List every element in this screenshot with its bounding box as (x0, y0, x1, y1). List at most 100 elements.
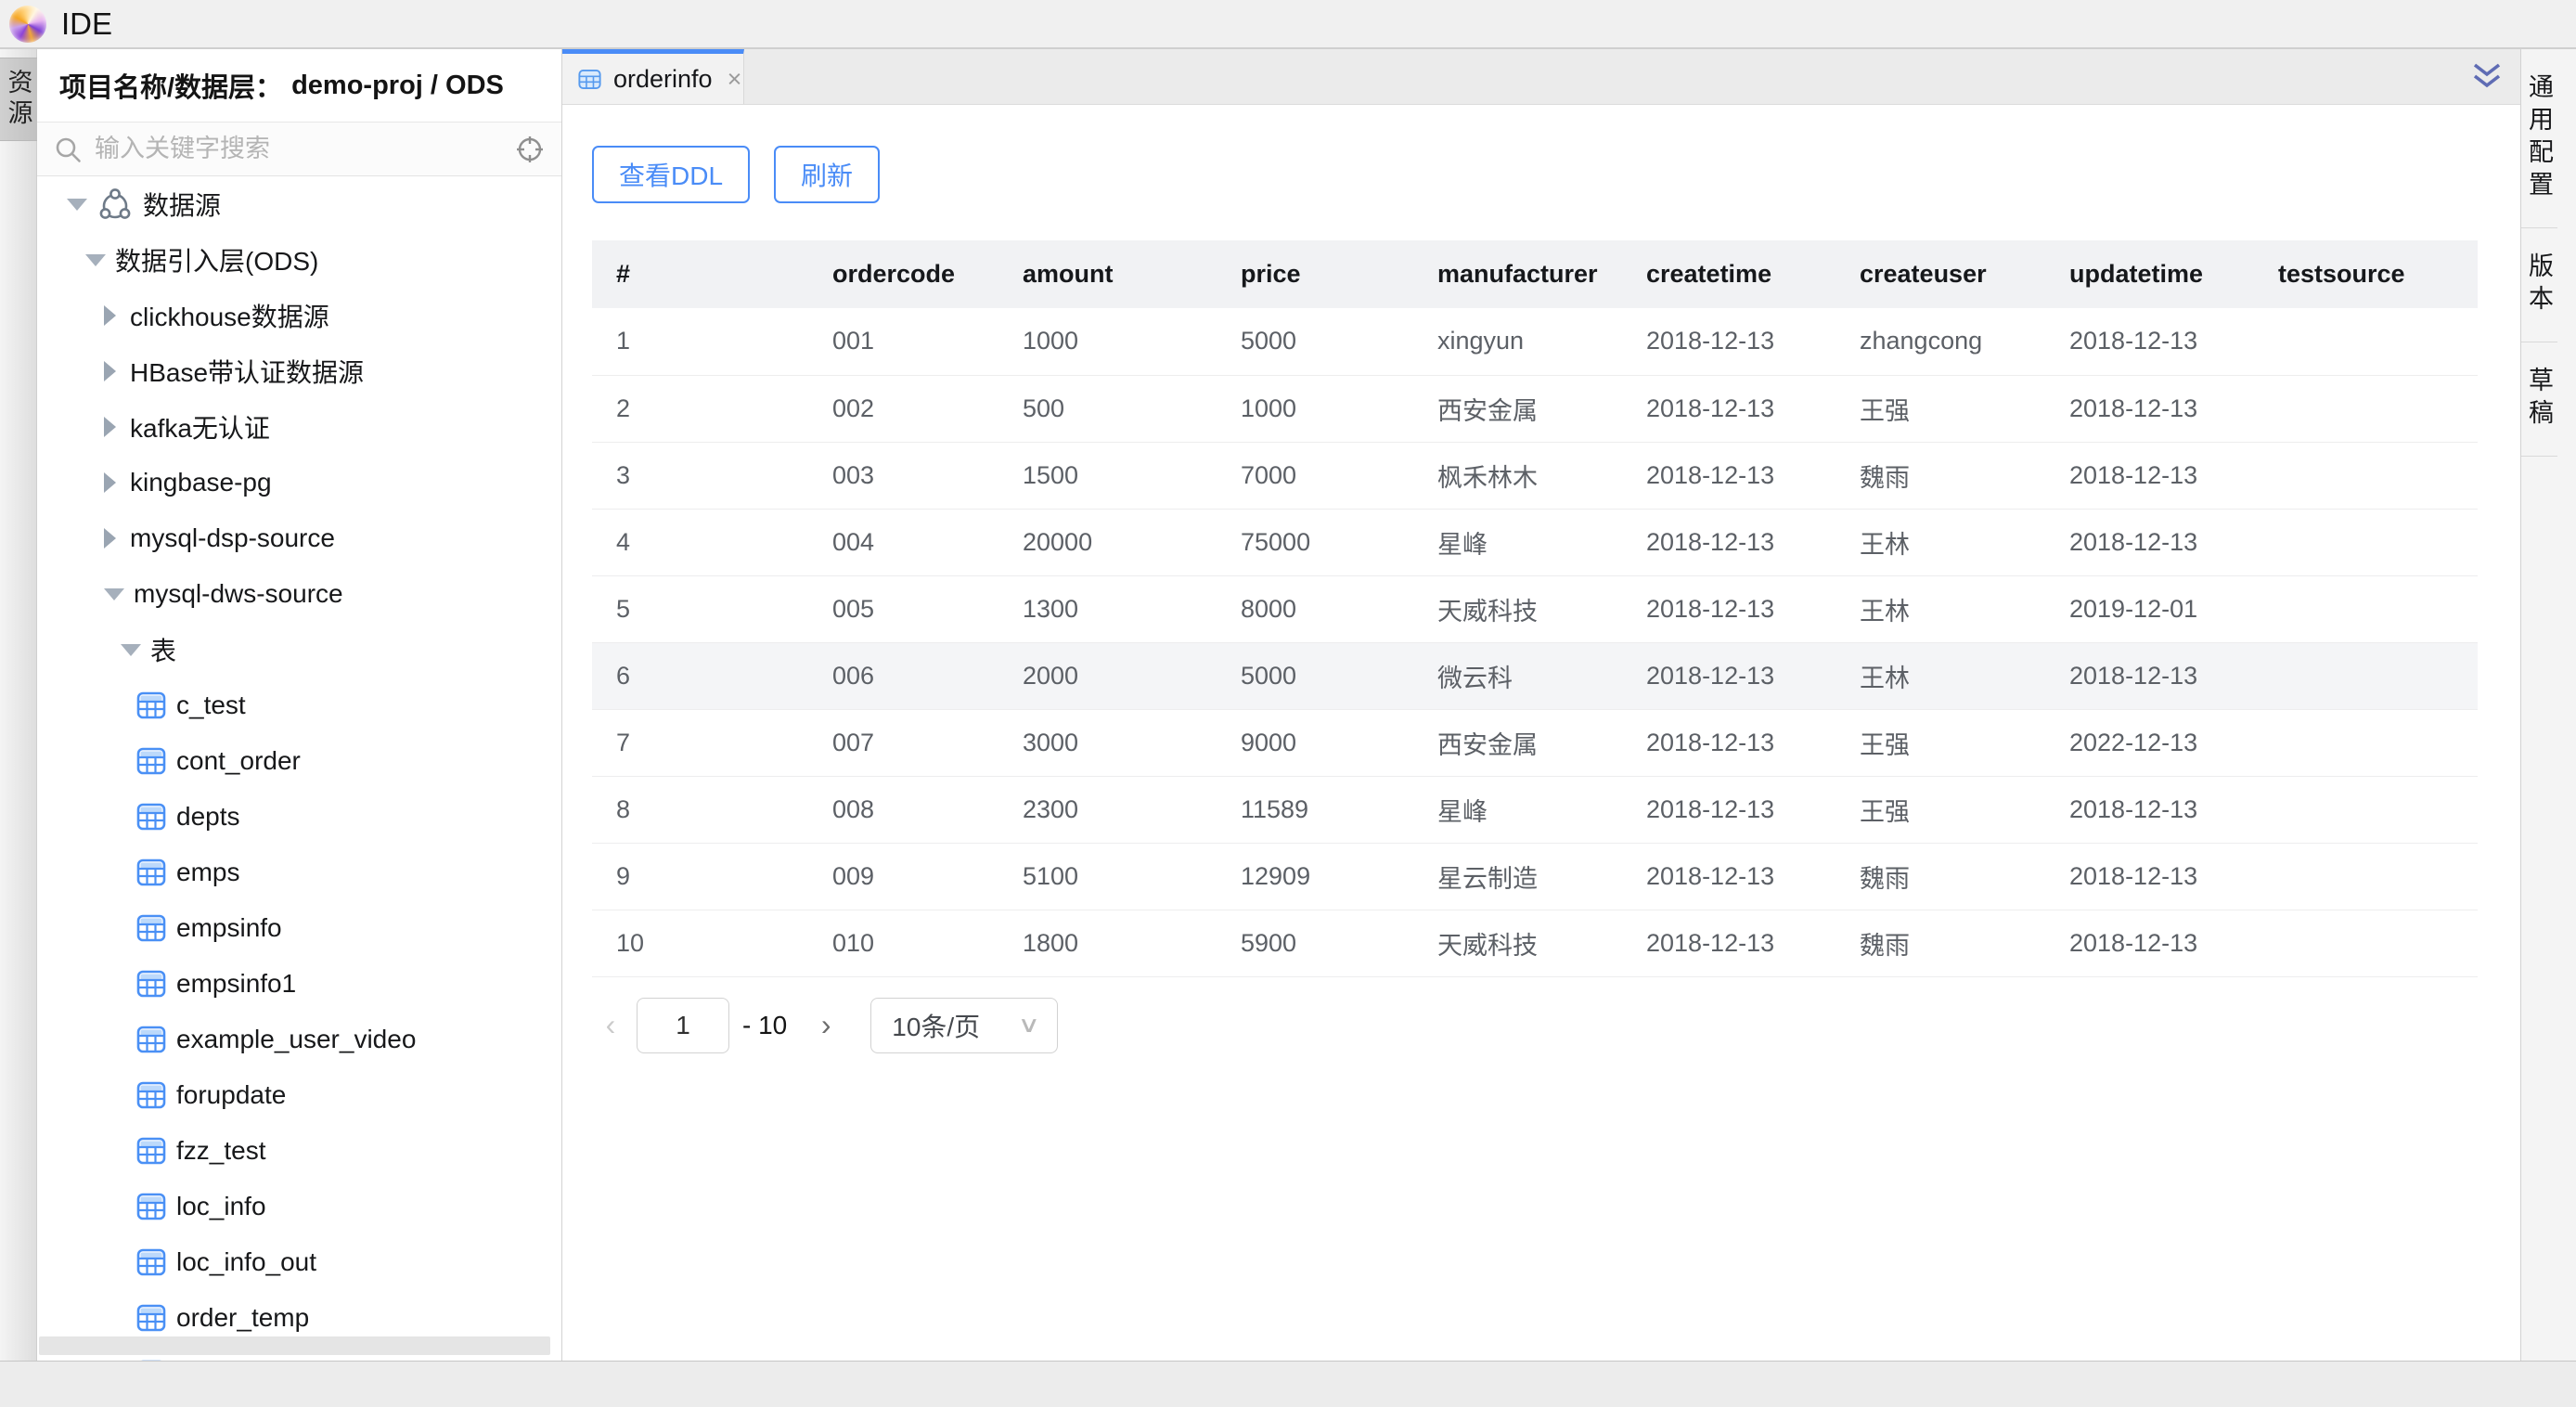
tree-item-table[interactable]: forupdate (37, 1067, 561, 1123)
table-cell: 4 (592, 509, 827, 575)
page-size-value: 10条/页 (892, 1007, 980, 1044)
pagination-next-icon[interactable]: › (807, 1008, 844, 1042)
table-cell: 2000 (1017, 642, 1235, 709)
table-cell: 西安金属 (1432, 709, 1641, 776)
table-cell: 星峰 (1432, 776, 1641, 843)
tree-item[interactable]: 表 (37, 622, 561, 678)
table-cell: 王林 (1854, 575, 2064, 642)
table-icon (135, 1135, 167, 1167)
table-cell: 2018-12-13 (2064, 509, 2273, 575)
tree-item[interactable]: 数据引入层(ODS) (37, 232, 561, 288)
table-cell (2273, 375, 2478, 442)
table-cell: 010 (827, 910, 1017, 976)
table-cell: 2018-12-13 (2064, 642, 2273, 709)
status-footer (0, 1361, 2576, 1405)
tree-item-label: emps (176, 858, 239, 887)
tree-collapsed-arrow-icon[interactable] (104, 417, 121, 437)
table-cell (2273, 910, 2478, 976)
table-icon (135, 1191, 167, 1222)
tree-item-label: kingbase-pg (130, 468, 272, 497)
tree-item-table[interactable]: depts (37, 789, 561, 845)
refresh-button[interactable]: 刷新 (774, 146, 880, 203)
tree-expanded-arrow-icon[interactable] (121, 644, 141, 656)
table-row: 9009510012909星云制造2018-12-13魏雨2018-12-13 (592, 843, 2478, 910)
table-icon (135, 1024, 167, 1055)
tab-orderinfo[interactable]: orderinfo × (562, 49, 744, 104)
locate-crosshair-icon[interactable] (515, 135, 545, 164)
tree-item-table[interactable]: cont_order (37, 733, 561, 789)
tree-item-table[interactable]: empsinfo1 (37, 956, 561, 1012)
tree-search-bar (37, 123, 561, 176)
right-rail: 通用配置版本草稿 (2520, 49, 2576, 1361)
rail-tab-version[interactable]: 版本 (2521, 228, 2557, 342)
tree-item-label: 数据源 (143, 186, 221, 223)
rail-tab-draft[interactable]: 草稿 (2521, 342, 2557, 457)
table-icon (135, 912, 167, 944)
tree-expanded-arrow-icon[interactable] (85, 254, 106, 266)
tree-item-table[interactable]: loc_info (37, 1179, 561, 1234)
tree-item-label: cont_order (176, 746, 301, 776)
sidebar-tab-resources[interactable]: 资源 (0, 58, 37, 141)
tree-item-label: depts (176, 802, 240, 832)
table-cell: 1 (592, 308, 827, 375)
tree-item[interactable]: mysql-dws-source (37, 566, 561, 622)
app-title: IDE (61, 6, 112, 42)
view-ddl-button[interactable]: 查看DDL (592, 146, 750, 203)
tree-item[interactable]: HBase带认证数据源 (37, 343, 561, 399)
tab-close-icon[interactable]: × (728, 67, 742, 92)
tree-expanded-arrow-icon[interactable] (104, 588, 124, 600)
tree-collapsed-arrow-icon[interactable] (104, 361, 121, 381)
rail-tab-general-config[interactable]: 通用配置 (2521, 49, 2557, 228)
tree-item-table[interactable]: empsinfo (37, 900, 561, 956)
table-cell: 星云制造 (1432, 843, 1641, 910)
tree-item-label: HBase带认证数据源 (130, 353, 364, 390)
table-icon (135, 1358, 167, 1361)
table-icon (135, 857, 167, 888)
table-cell: 002 (827, 375, 1017, 442)
tree-item-label: mysql-dsp-source (130, 523, 335, 553)
table-cell: 西安金属 (1432, 375, 1641, 442)
project-header: 项目名称/数据层： demo-proj / ODS (37, 49, 561, 123)
tree-item-table[interactable]: fzz_test (37, 1123, 561, 1179)
collapse-panel-button[interactable] (2468, 60, 2505, 94)
tree-horizontal-scrollbar[interactable] (39, 1336, 550, 1355)
page-size-select[interactable]: 10条/页 ∨ (870, 998, 1058, 1053)
pagination-prev-icon[interactable]: ‹ (592, 1008, 629, 1042)
table-cell: 2018-12-13 (2064, 442, 2273, 509)
tree-item[interactable]: kafka无认证 (37, 399, 561, 455)
table-icon (135, 801, 167, 833)
tree-item-label: 数据引入层(ODS) (115, 241, 318, 278)
tree-item-label: loc_info (176, 1192, 266, 1221)
tree-item-label: empsinfo (176, 913, 282, 943)
tree-collapsed-arrow-icon[interactable] (104, 472, 121, 493)
table-cell: 王强 (1854, 709, 2064, 776)
column-header: # (592, 240, 827, 308)
pagination-page-input[interactable] (637, 998, 729, 1053)
table-cell: 枫禾林木 (1432, 442, 1641, 509)
tree-expanded-arrow-icon[interactable] (67, 199, 87, 211)
search-input[interactable] (95, 135, 502, 163)
resource-panel: 项目名称/数据层： demo-proj / ODS 数据源数据引入层(ODS) c… (37, 49, 562, 1361)
tree-item-label: kafka无认证 (130, 408, 270, 445)
table-row: 700730009000西安金属2018-12-13王强2022-12-13 (592, 709, 2478, 776)
tree-collapsed-arrow-icon[interactable] (104, 305, 121, 326)
tree-item-table[interactable]: example_user_video (37, 1012, 561, 1067)
table-cell: 7000 (1235, 442, 1432, 509)
table-cell: 8 (592, 776, 827, 843)
table-icon (135, 1079, 167, 1111)
tree-item-table[interactable]: c_test (37, 678, 561, 733)
tree-item[interactable]: kingbase-pg (37, 455, 561, 510)
table-cell: 2018-12-13 (1641, 709, 1854, 776)
tab-strip: orderinfo × (562, 49, 2520, 105)
search-icon (54, 136, 82, 163)
tree-item-table[interactable]: loc_info_out (37, 1234, 561, 1290)
double-chevron-down-icon (2469, 62, 2505, 92)
tree-item[interactable]: mysql-dsp-source (37, 510, 561, 566)
table-row: 1001018005900天威科技2018-12-13魏雨2018-12-13 (592, 910, 2478, 976)
tree-item-table[interactable]: emps (37, 845, 561, 900)
table-cell: 王强 (1854, 375, 2064, 442)
tree-item[interactable]: 数据源 (37, 176, 561, 232)
table-cell: 5000 (1235, 642, 1432, 709)
tree-collapsed-arrow-icon[interactable] (104, 528, 121, 549)
tree-item[interactable]: clickhouse数据源 (37, 288, 561, 343)
